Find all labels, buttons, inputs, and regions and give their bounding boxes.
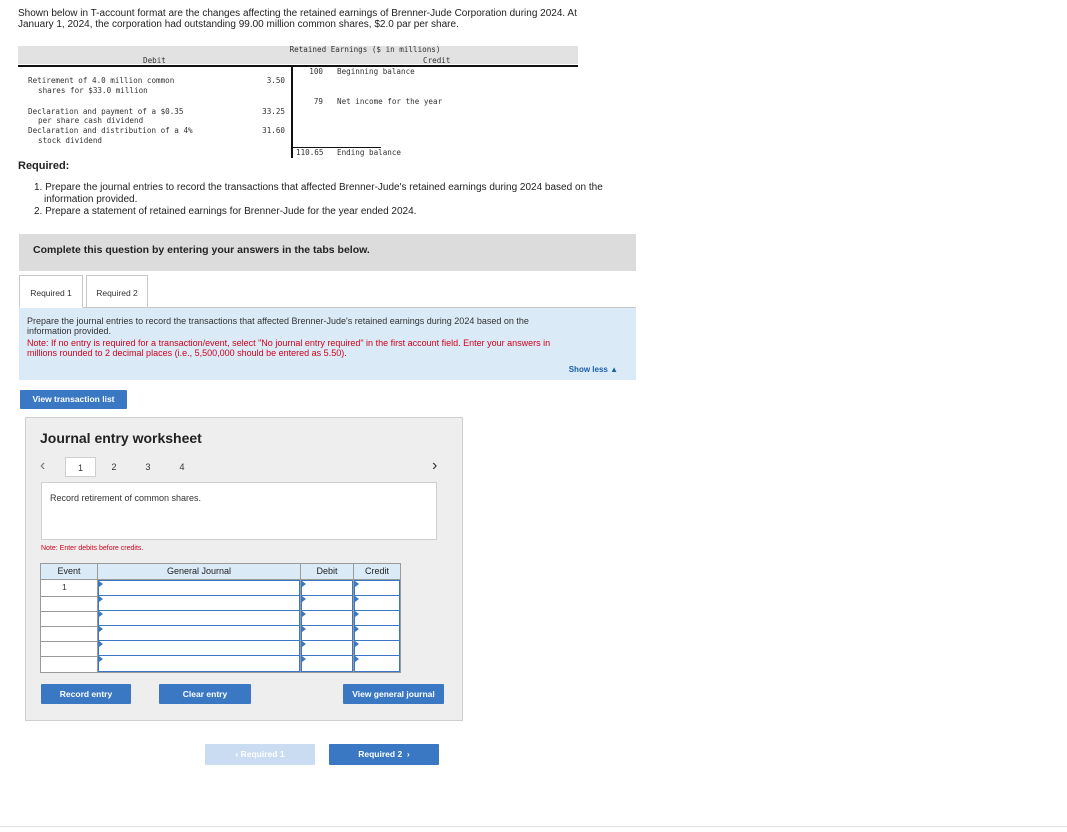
account-select[interactable] [98,580,300,596]
dropdown-marker-icon [99,581,103,587]
debit-input[interactable] [301,640,353,656]
credit-entry-1-label: Beginning balance [337,67,415,76]
worksheet-title: Journal entry worksheet [40,430,202,446]
dropdown-marker-icon [99,626,103,632]
clear-entry-button[interactable]: Clear entry [159,684,251,704]
instructions-panel: Prepare the journal entries to record th… [19,308,636,380]
dropdown-marker-icon [99,611,103,617]
input-marker-icon [355,596,359,602]
debit-input[interactable] [301,610,353,626]
dropdown-marker-icon [99,641,103,647]
t-account-vertical-line [291,65,293,158]
debit-label: Debit [143,56,166,65]
intro-line-2: January 1, 2024, the corporation had out… [18,19,459,30]
credit-input[interactable] [354,640,400,656]
credit-label: Credit [423,56,451,65]
required-list: 1. Prepare the journal entries to record… [34,182,644,218]
instructions-text: Prepare the journal entries to record th… [27,316,529,336]
input-marker-icon [302,581,306,587]
debit-entry-3-line-1: Declaration and distribution of a 4% [28,126,193,135]
event-number: 1 [62,582,67,592]
dropdown-marker-icon [99,596,103,602]
debit-input[interactable] [301,655,353,672]
credit-input[interactable] [354,595,400,611]
caret-up-icon: ▲ [610,365,618,374]
view-general-journal-button[interactable]: View general journal [343,684,444,704]
debit-entry-3-amount: 31.60 [262,126,285,135]
debit-input[interactable] [301,580,353,596]
input-marker-icon [355,626,359,632]
complete-question-banner: Complete this question by entering your … [19,234,636,271]
instructions-note: Note: If no entry is required for a tran… [27,338,551,358]
debit-entry-3-line-2: stock dividend [38,136,103,145]
transaction-description-box: Record retirement of common shares. [41,482,437,540]
account-select[interactable] [98,595,300,611]
problem-intro: Shown below in T-account format are the … [18,8,638,30]
record-entry-button[interactable]: Record entry [41,684,131,704]
intro-line-1: Shown below in T-account format are the … [18,8,577,19]
required-heading: Required: [18,160,70,172]
column-header-debit: Debit [301,564,353,579]
column-header-event: Event [41,564,97,579]
input-marker-icon [355,656,359,662]
next-tab-button[interactable]: Required 2 › [329,744,439,765]
debit-entry-2-line-1: Declaration and payment of a $0.35 [28,107,184,116]
ending-balance-label: Ending balance [337,148,402,157]
show-less-link[interactable]: Show less ▲ [569,365,618,374]
debit-entry-1-amount: 3.50 [266,76,285,85]
chevron-right-icon[interactable]: › [432,458,437,474]
previous-tab-button[interactable]: ‹ Required 1 [205,744,315,765]
debit-entry-1-line-1: Retirement of 4.0 million common [28,76,175,85]
debit-entry-2-line-2: per share cash dividend [38,116,144,125]
chevron-right-icon: › [402,749,410,759]
required-item-1: 1. Prepare the journal entries to record… [34,182,603,205]
ending-balance-amount: 110.65 [296,148,324,157]
credit-input[interactable] [354,580,400,596]
account-select[interactable] [98,640,300,656]
debit-input[interactable] [301,595,353,611]
credit-entry-1-amount: 100 [309,67,323,76]
debit-input[interactable] [301,625,353,641]
debits-before-credits-note: Note: Enter debits before credits. [41,545,144,552]
dropdown-marker-icon [99,656,103,662]
chevron-left-icon[interactable]: ‹ [40,458,45,474]
input-marker-icon [302,656,306,662]
credit-input[interactable] [354,655,400,672]
input-marker-icon [302,626,306,632]
input-marker-icon [355,581,359,587]
debit-entry-1-line-2: shares for $33.0 million [38,86,148,95]
credit-entry-2-amount: 79 [313,97,323,106]
worksheet-page-1[interactable]: 1 [65,457,96,477]
page-bottom-divider [0,826,1067,827]
credit-input[interactable] [354,610,400,626]
credit-input[interactable] [354,625,400,641]
column-header-credit: Credit [354,564,400,579]
worksheet-page-4[interactable]: 4 [174,457,190,477]
column-header-general-journal: General Journal [98,564,300,579]
tab-required-2[interactable]: Required 2 [86,275,148,307]
debit-entry-2-amount: 33.25 [262,107,285,116]
view-transaction-list-button[interactable]: View transaction list [20,390,127,409]
account-select[interactable] [98,655,300,672]
input-marker-icon [355,611,359,617]
input-marker-icon [302,596,306,602]
worksheet-page-2[interactable]: 2 [106,457,122,477]
input-marker-icon [302,641,306,647]
tab-required-1[interactable]: Required 1 [19,275,83,308]
input-marker-icon [302,611,306,617]
account-select[interactable] [98,625,300,641]
credit-entry-2-label: Net income for the year [337,97,443,106]
required-item-2: 2. Prepare a statement of retained earni… [34,206,417,217]
t-account-title: Retained Earnings ($ in millions) [289,45,441,54]
input-marker-icon [355,641,359,647]
worksheet-page-3[interactable]: 3 [140,457,156,477]
account-select[interactable] [98,610,300,626]
